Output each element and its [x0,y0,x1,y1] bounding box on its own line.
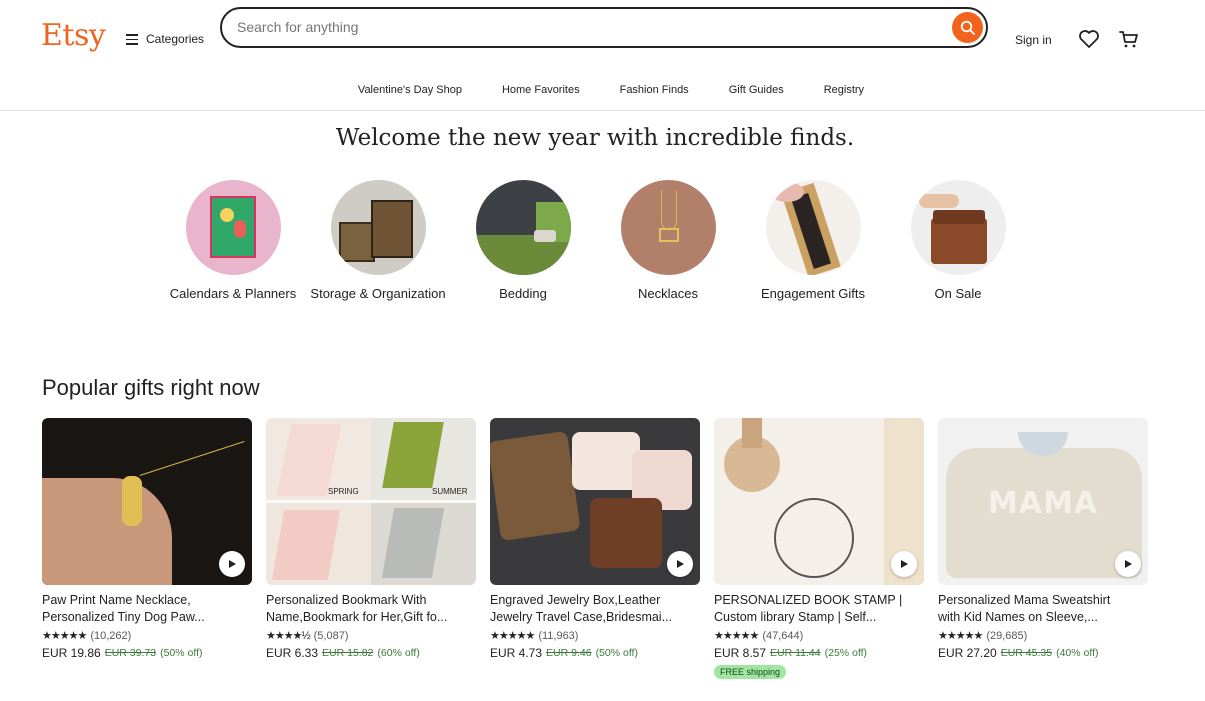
category-image [185,180,281,275]
search-bar [220,7,988,48]
nav-valentines[interactable]: Valentine's Day Shop [358,84,462,96]
product-title-line1: Personalized Mama Sweatshirt [938,593,1111,607]
categories-button[interactable]: Categories [126,32,204,46]
product-image [42,418,252,585]
review-count: (5,087) [313,629,349,642]
play-icon [1125,560,1132,568]
product-image: SPRING SUMMER [266,418,476,585]
category-on-sale[interactable]: On Sale [888,180,1028,302]
original-price: EUR 9.46 [546,647,592,659]
cart-icon[interactable] [1118,29,1140,49]
price: EUR 4.73 [490,646,543,660]
top-nav: Valentine's Day Shop Home Favorites Fash… [0,84,1205,96]
product-title-line1: Paw Print Name Necklace, [42,593,191,607]
category-label: Engagement Gifts [760,286,866,301]
discount: (50% off) [595,647,638,659]
section-title: Popular gifts right now [42,375,260,400]
play-icon [229,560,236,568]
nav-divider [0,110,1205,111]
category-label: Storage & Organization [310,286,446,301]
star-icon: ★★★★½ [266,630,311,642]
review-count: (47,644) [762,629,804,642]
category-engagement-gifts[interactable]: Engagement Gifts [743,180,883,302]
category-image [910,180,1006,275]
price: EUR 6.33 [266,646,319,660]
nav-registry[interactable]: Registry [824,84,864,96]
product-card[interactable]: Paw Print Name Necklace, Personalized Tin… [42,418,252,660]
star-icon: ★★★★★ [714,630,759,642]
original-price: EUR 39.73 [104,647,157,659]
star-icon: ★★★★★ [490,630,535,642]
play-icon [901,560,908,568]
play-button[interactable] [667,551,693,577]
discount: (25% off) [824,647,868,659]
product-title-line1: Personalized Bookmark With [266,593,427,607]
sign-in-link[interactable]: Sign in [1015,33,1052,47]
categories-label: Categories [146,32,205,46]
product-card[interactable]: SPRING SUMMER Personalized Bookmark With… [266,418,476,660]
product-card[interactable]: PERSONALIZED BOOK STAMP | Custom library … [714,418,924,680]
category-image [475,180,571,275]
product-title-line2: with Kid Names on Sleeve,... [938,610,1098,624]
hero-title: Welcome the new year with incredible fin… [335,125,855,151]
image-label-summer: SUMMER [432,487,468,496]
category-bedding[interactable]: Bedding [453,180,593,302]
product-image: MAMA [938,418,1148,585]
review-count: (11,963) [538,629,579,642]
product-title-line1: Engraved Jewelry Box,Leather [490,593,661,607]
product-image [490,418,700,585]
review-count: (10,262) [90,629,132,642]
header: Etsy Categories Sign in [0,0,1205,72]
nav-gift-guides[interactable]: Gift Guides [729,84,784,96]
category-image [330,180,426,275]
product-image [714,418,924,585]
heart-icon[interactable] [1078,29,1100,49]
nav-home-favorites[interactable]: Home Favorites [502,84,580,96]
product-title-line2: Name,Bookmark for Her,Gift fo... [266,610,448,624]
category-calendars[interactable]: Calendars & Planners [163,180,303,302]
original-price: EUR 11.44 [770,647,821,659]
category-label: Necklaces [638,286,698,301]
star-icon: ★★★★★ [938,630,983,642]
search-button[interactable] [952,12,983,43]
product-card[interactable]: MAMA Personalized Mama Sweatshirt with Ki… [938,418,1148,660]
product-title-line2: Personalized Tiny Dog Paw... [42,610,205,624]
category-image [620,180,716,275]
review-count: (29,685) [986,629,1028,642]
etsy-logo[interactable]: Etsy [41,18,106,53]
category-label: Calendars & Planners [169,286,297,301]
original-price: EUR 15.82 [322,647,374,659]
nav-fashion-finds[interactable]: Fashion Finds [620,84,689,96]
menu-icon [126,34,138,45]
product-title-line2: Jewelry Travel Case,Bridesmai... [490,610,673,624]
price: EUR 27.20 [938,646,997,660]
price: EUR 19.86 [42,646,101,660]
category-necklaces[interactable]: Necklaces [598,180,738,302]
original-price: EUR 45.35 [1000,647,1053,659]
star-icon: ★★★★★ [42,630,87,642]
play-icon [677,560,684,568]
search-input[interactable] [237,19,937,35]
product-card[interactable]: Engraved Jewelry Box,Leather Jewelry Trav… [490,418,700,660]
discount: (40% off) [1056,647,1099,659]
play-button[interactable] [1115,551,1141,577]
product-title-line2: Custom library Stamp | Self... [714,610,877,624]
price: EUR 8.57 [714,646,767,660]
category-image [765,180,861,275]
discount: (50% off) [160,647,203,659]
search-icon [960,20,975,35]
discount: (60% off) [377,647,420,659]
free-shipping-badge: FREE shipping [714,665,787,679]
product-title-line1: PERSONALIZED BOOK STAMP | [714,593,903,607]
play-button[interactable] [219,551,245,577]
image-text-mama: MAMA [988,486,1099,521]
play-button[interactable] [891,551,917,577]
category-label: On Sale [934,286,982,301]
category-label: Bedding [499,286,547,301]
category-storage[interactable]: Storage & Organization [308,180,448,302]
image-label-spring: SPRING [328,487,359,496]
